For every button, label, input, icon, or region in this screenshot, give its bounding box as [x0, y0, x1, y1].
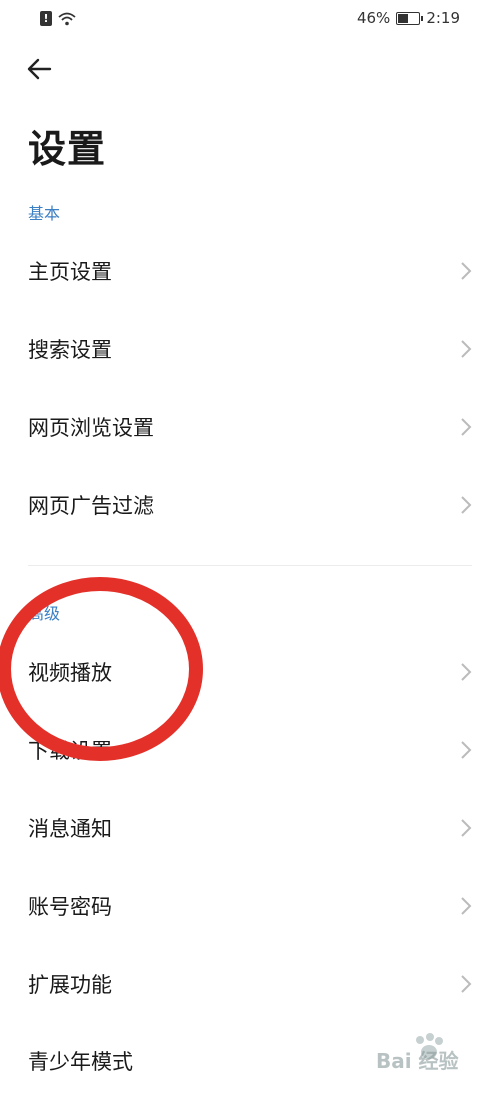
page-title: 设置: [28, 127, 107, 171]
settings-item-ad-filter[interactable]: 网页广告过滤: [0, 466, 500, 544]
settings-item-teen-mode[interactable]: 青少年模式: [0, 1022, 500, 1100]
alert-icon: !: [40, 11, 52, 26]
settings-item-notifications[interactable]: 消息通知: [0, 789, 500, 867]
chevron-right-icon: [461, 262, 472, 280]
settings-item-video-playback[interactable]: 视频播放: [0, 633, 500, 711]
wifi-icon: [58, 12, 76, 25]
item-label: 搜索设置: [28, 338, 112, 362]
section-divider: [28, 565, 472, 566]
settings-item-account[interactable]: 账号密码: [0, 867, 500, 945]
chevron-right-icon: [461, 418, 472, 436]
item-label: 账号密码: [28, 895, 112, 919]
chevron-right-icon: [461, 496, 472, 514]
item-label: 视频播放: [28, 661, 112, 685]
settings-item-download[interactable]: 下载设置: [0, 711, 500, 789]
clock: 2:19: [426, 9, 460, 27]
arrow-left-icon: [27, 58, 52, 80]
section-label-basic: 基本: [28, 204, 61, 223]
section-label-advanced: 高级: [28, 604, 61, 623]
settings-item-browsing[interactable]: 网页浏览设置: [0, 388, 500, 466]
status-bar: ! 46% 2:19: [0, 0, 500, 38]
item-label: 下载设置: [28, 739, 112, 763]
status-left: !: [40, 11, 76, 26]
battery-icon: [396, 11, 424, 25]
chevron-right-icon: [461, 975, 472, 993]
battery-percent: 46%: [356, 9, 391, 27]
settings-item-home[interactable]: 主页设置: [0, 232, 500, 310]
chevron-right-icon: [461, 340, 472, 358]
item-label: 消息通知: [28, 817, 112, 841]
chevron-right-icon: [461, 819, 472, 837]
settings-item-extensions[interactable]: 扩展功能: [0, 945, 500, 1023]
status-right: 46% 2:19: [357, 9, 460, 27]
back-button[interactable]: [22, 52, 56, 86]
chevron-right-icon: [461, 663, 472, 681]
item-label: 扩展功能: [28, 973, 112, 997]
settings-item-search[interactable]: 搜索设置: [0, 310, 500, 388]
item-label: 网页浏览设置: [28, 416, 154, 440]
item-label: 网页广告过滤: [28, 494, 154, 518]
item-label: 青少年模式: [28, 1050, 133, 1074]
item-label: 主页设置: [28, 260, 112, 284]
chevron-right-icon: [461, 741, 472, 759]
chevron-right-icon: [461, 897, 472, 915]
